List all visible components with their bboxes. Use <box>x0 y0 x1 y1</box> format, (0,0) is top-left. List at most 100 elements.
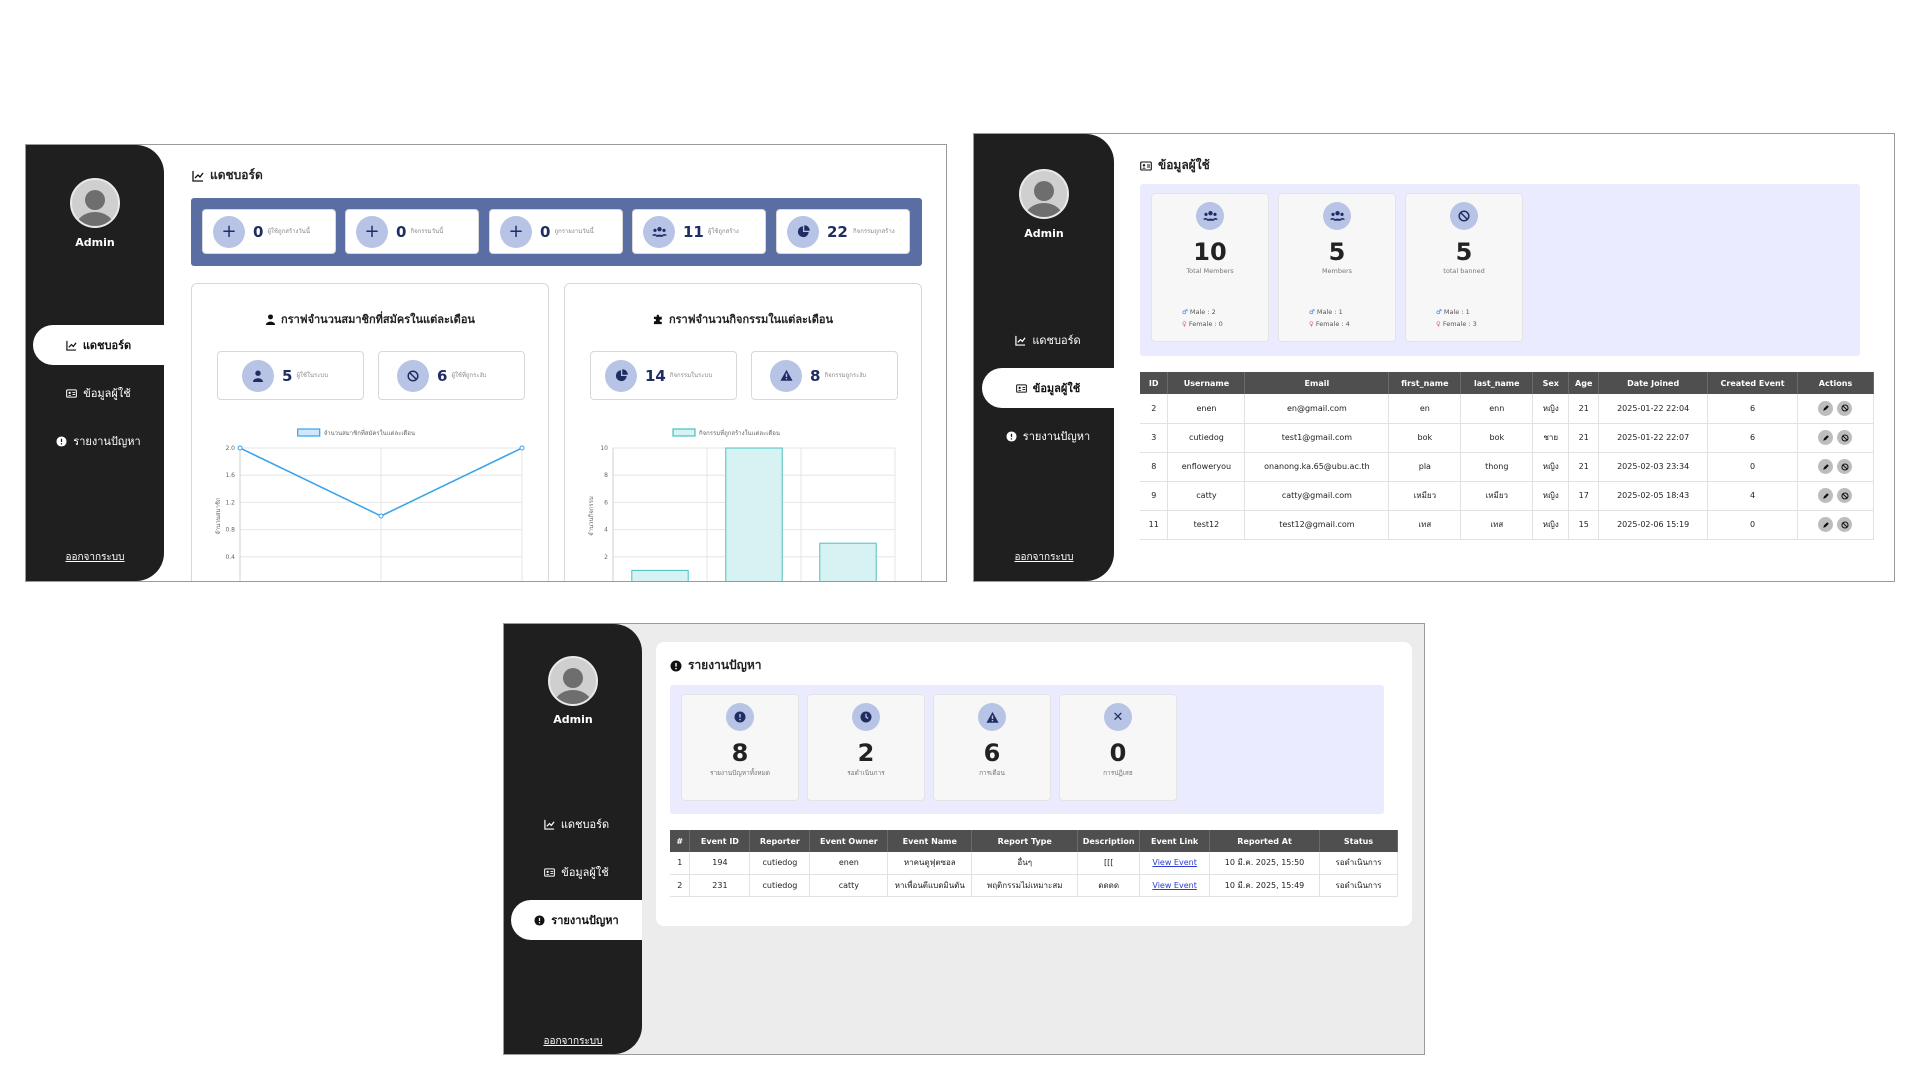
table-cell: cutiedog <box>749 852 811 875</box>
warning-icon <box>978 703 1006 731</box>
table-cell: ชาย <box>1532 423 1570 453</box>
table-cell: 10 มี.ค. 2025, 15:49 <box>1209 874 1320 897</box>
ban-icon[interactable] <box>1837 400 1853 416</box>
table-cell: 15 <box>1568 510 1600 540</box>
y-tick-label: 1.2 <box>225 499 235 506</box>
event-chart-panel: กราฟจำนวนกิจกรรมในแต่ละเดือน 14 กิจกรรมใ… <box>564 283 922 581</box>
page-title: แดชบอร์ด <box>192 166 263 185</box>
legend-label: จำนวนสมาชิกที่สมัครในแต่ละเดือน <box>324 429 415 437</box>
ban-icon[interactable] <box>1837 459 1853 474</box>
y-tick-label: 0 <box>231 581 235 582</box>
view-event-link[interactable]: View Event <box>1152 858 1196 867</box>
ban-icon[interactable] <box>1837 488 1853 503</box>
bar <box>819 542 877 581</box>
column-header: Reported At <box>1209 830 1320 852</box>
exclaim-circle-icon <box>670 660 682 671</box>
legend-swatch <box>297 428 321 437</box>
users-icon <box>643 215 675 248</box>
table-cell: ดดดด <box>1077 874 1141 897</box>
exclaim-circle-icon <box>56 435 67 447</box>
table-cell: หญิง <box>1532 394 1570 424</box>
table-cell: [[[ <box>1077 852 1141 875</box>
y-tick-label: 0.4 <box>225 554 235 561</box>
ban-icon[interactable] <box>1837 430 1853 445</box>
table-cell: 2025-01-22 22:04 <box>1598 394 1709 424</box>
table-cell: pla <box>1388 452 1462 482</box>
column-header: Email <box>1244 372 1390 394</box>
actions-cell <box>1797 452 1875 482</box>
edit-icon[interactable] <box>1818 459 1834 474</box>
logout-link[interactable]: ออกจากระบบ <box>26 550 164 565</box>
table-cell: View Event <box>1139 874 1211 897</box>
column-header: Event ID <box>689 830 751 852</box>
table-cell: onanong.ka.65@ubu.ac.th <box>1244 452 1390 482</box>
card-warnings: 6 การเตือน <box>933 694 1051 801</box>
table-cell: เทส <box>1460 510 1534 540</box>
users-icon <box>1196 202 1224 230</box>
close-icon: ✕ <box>1104 703 1132 731</box>
plus-icon: + <box>500 215 532 248</box>
table-cell: test12@gmail.com <box>1244 510 1390 540</box>
table-cell: 3 <box>1140 423 1169 453</box>
stat-users-today: + 0 ผู้ใช้ถูกสร้างวันนี้ <box>202 209 336 254</box>
clock-icon <box>852 703 880 731</box>
table-cell: 2025-02-05 18:43 <box>1598 481 1709 511</box>
exclaim-circle-icon <box>1006 430 1017 442</box>
edit-icon[interactable] <box>1818 400 1834 416</box>
table-cell: en@gmail.com <box>1244 394 1390 424</box>
plus-icon: + <box>356 215 388 248</box>
card-total-members: 10 Total Members ♂ Male : 2 ♀ Female : 0 <box>1151 193 1269 342</box>
nav-reports[interactable]: รายงานปัญหา <box>33 421 164 461</box>
y-tick-label: 2.0 <box>225 445 235 452</box>
nav-users[interactable]: ข้อมูลผู้ใช้ <box>33 373 164 413</box>
nav-users[interactable]: ข้อมูลผู้ใช้ <box>982 368 1114 408</box>
ban-icon[interactable] <box>1837 517 1853 532</box>
table-cell: cutiedog <box>749 874 811 897</box>
data-point <box>378 513 384 519</box>
view-event-link[interactable]: View Event <box>1152 881 1196 890</box>
admin-name: Admin <box>75 236 115 249</box>
chart-line-icon <box>1015 335 1026 346</box>
table-cell: เหมียว <box>1460 481 1534 511</box>
table-cell: เหมียว <box>1388 481 1462 511</box>
table-cell: 9 <box>1140 481 1169 511</box>
logout-link[interactable]: ออกจากระบบ <box>504 1034 642 1049</box>
sidebar: Admin แดชบอร์ด ข้อมูลผู้ใช้ รายงานปัญหา … <box>504 624 642 1054</box>
table-cell: 0 <box>1707 452 1798 482</box>
edit-icon[interactable] <box>1818 517 1834 532</box>
nav-dashboard[interactable]: แดชบอร์ด <box>33 325 164 365</box>
table-cell: 6 <box>1707 394 1798 424</box>
table-cell: View Event <box>1139 852 1211 875</box>
id-card-icon <box>544 867 556 877</box>
table-cell: catty@gmail.com <box>1244 481 1390 511</box>
table-cell: 1 <box>670 852 691 875</box>
column-header: Status <box>1319 830 1398 852</box>
table-row: 1 194 cutiedog enen หาคนดูฟุตซอล อื่นๆ[[[View… <box>670 852 1398 875</box>
nav-dashboard[interactable]: แดชบอร์ด <box>511 804 642 844</box>
table-cell: 4 <box>1707 481 1798 511</box>
column-header: Event Owner <box>809 830 889 852</box>
column-header: Sex <box>1532 372 1570 394</box>
data-point <box>237 445 243 451</box>
y-tick-label: 0.8 <box>225 527 235 534</box>
logout-link[interactable]: ออกจากระบบ <box>974 550 1114 565</box>
nav-reports[interactable]: รายงานปัญหา <box>982 416 1114 456</box>
nav-reports[interactable]: รายงานปัญหา <box>511 900 642 940</box>
table-cell: 194 <box>689 852 751 875</box>
id-card-icon <box>1015 383 1027 393</box>
user-icon <box>265 313 276 325</box>
nav-users[interactable]: ข้อมูลผู้ใช้ <box>511 852 642 892</box>
member-chart-title: กราฟจำนวนสมาชิกที่สมัครในแต่ละเดือน <box>192 310 548 328</box>
nav-label: แดชบอร์ด <box>82 339 132 352</box>
table-cell: 0 <box>1707 510 1798 540</box>
table-cell: catty <box>809 874 889 897</box>
table-cell: 21 <box>1568 394 1600 424</box>
ban-icon <box>397 359 429 392</box>
edit-icon[interactable] <box>1818 430 1834 445</box>
table-cell: 231 <box>689 874 751 897</box>
table-cell: 21 <box>1568 423 1600 453</box>
edit-icon[interactable] <box>1818 488 1834 503</box>
nav-dashboard[interactable]: แดชบอร์ด <box>982 320 1114 360</box>
card-events-banned: 8 กิจกรรมถูกระงับ <box>751 351 898 400</box>
table-cell: พฤติกรรมไม่เหมาะสม <box>971 874 1079 897</box>
